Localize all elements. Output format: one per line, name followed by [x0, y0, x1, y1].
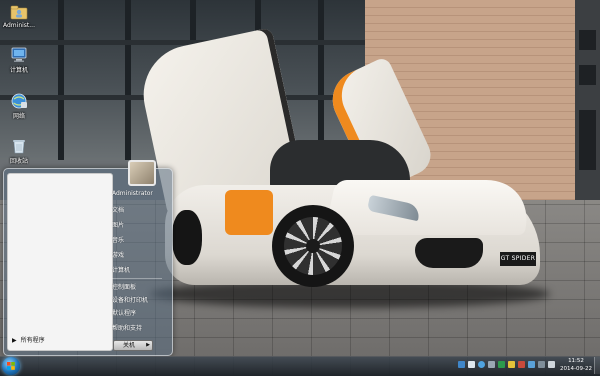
tray-alert-icon[interactable] [518, 361, 525, 368]
start-item-control-panel[interactable]: 控制面板 [112, 282, 136, 291]
car-wheel-front [272, 205, 354, 287]
recycle-bin-icon [13, 140, 25, 154]
start-menu-divider [112, 278, 162, 279]
start-item-administrator[interactable]: Administrator [112, 190, 153, 197]
clock-date: 2014-09-22 [560, 366, 592, 372]
computer-icon [11, 47, 27, 62]
shutdown-button[interactable]: 关机 [113, 340, 145, 351]
tray-app-icon[interactable] [508, 361, 515, 368]
start-item-computer[interactable]: 计算机 [112, 265, 130, 274]
show-desktop-button[interactable] [594, 357, 600, 374]
desktop-icon-label: 计算机 [9, 67, 28, 74]
car-orange-accent [225, 190, 273, 235]
all-programs-label: 所有程序 [20, 337, 45, 344]
start-item-music[interactable]: 音乐 [112, 235, 124, 244]
desktop-icon-administrator[interactable]: Administ... [2, 3, 36, 29]
tray-security-icon[interactable] [498, 361, 505, 368]
car-wheel-rear [172, 210, 202, 265]
tray-display-icon[interactable] [538, 361, 545, 368]
tray-volume-icon[interactable] [528, 361, 535, 368]
start-item-default-programs[interactable]: 默认程序 [112, 308, 136, 317]
start-item-games[interactable]: 游戏 [112, 250, 124, 259]
user-folder-icon [10, 5, 28, 20]
desktop-icon-recycle-bin[interactable]: 回收站 [2, 137, 36, 165]
start-item-documents[interactable]: 文档 [112, 205, 124, 214]
car-air-intake [415, 238, 483, 268]
tray-settings-icon[interactable] [488, 361, 495, 368]
tray-help-icon[interactable] [478, 361, 485, 368]
triangle-right-icon: ▶ [12, 337, 17, 344]
taskbar-clock[interactable]: 11:52 2014-09-22 [560, 357, 592, 373]
tray-flag-icon[interactable] [548, 361, 555, 368]
desktop-icon-label: 网络 [12, 113, 25, 120]
car-hood [324, 180, 536, 235]
tray-network-icon[interactable] [458, 361, 465, 368]
clock-time: 11:52 [568, 358, 584, 364]
start-menu-programs-pane: ▶ 所有程序 [7, 173, 113, 351]
desktop-icon-label: 回收站 [9, 158, 28, 165]
windows-logo-icon [7, 362, 15, 370]
shutdown-options-button[interactable]: ▶ [144, 340, 153, 351]
side-building [575, 0, 600, 215]
network-icon [11, 93, 27, 109]
desktop-icon-computer[interactable]: 计算机 [2, 46, 36, 74]
start-item-help-support[interactable]: 帮助和支持 [112, 323, 142, 332]
start-item-devices-printers[interactable]: 设备和打印机 [112, 295, 148, 304]
desktop-icon-network[interactable]: 网络 [2, 92, 36, 120]
tray-language-icon[interactable] [468, 361, 475, 368]
start-item-pictures[interactable]: 图片 [112, 220, 124, 229]
start-button[interactable] [2, 357, 20, 375]
license-plate: GT SPIDER [500, 252, 536, 266]
desktop-icon-label: Administ... [3, 22, 35, 29]
user-avatar[interactable] [128, 160, 156, 186]
all-programs-link[interactable]: ▶ 所有程序 [12, 335, 45, 344]
